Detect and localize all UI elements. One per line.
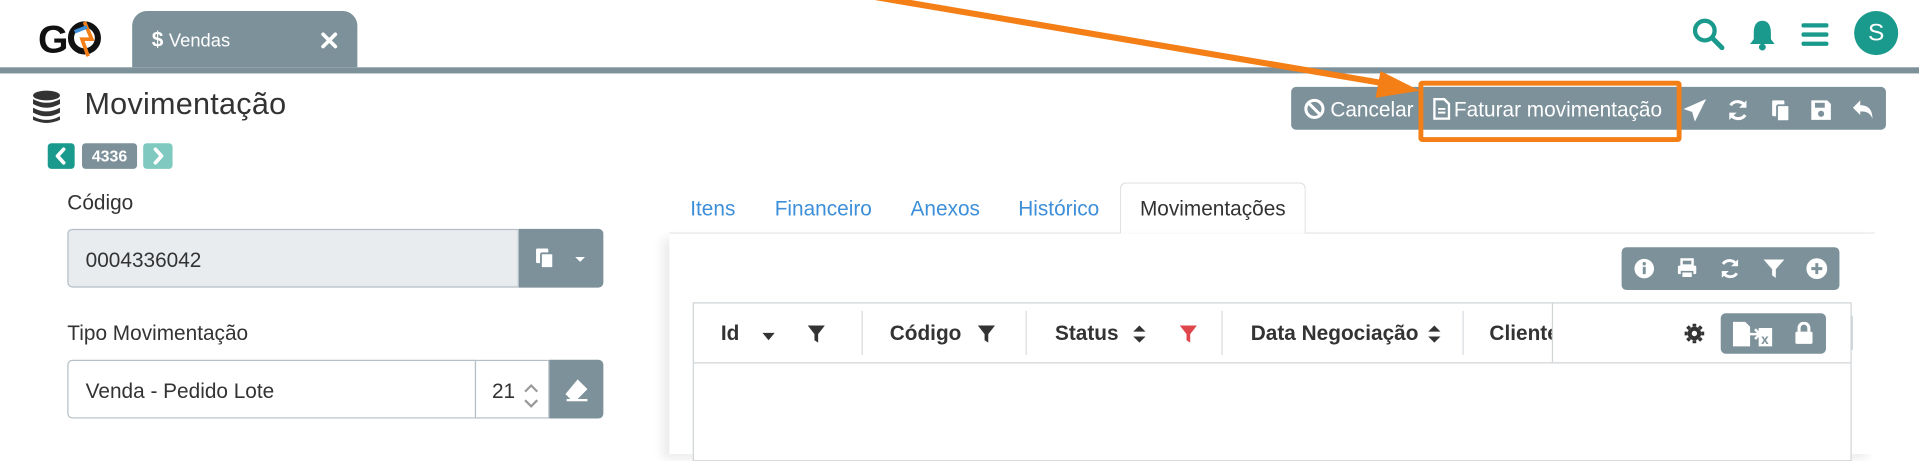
svg-text:x: x [1761,332,1769,347]
tab-movimentacoes[interactable]: Movimentações [1119,182,1306,234]
sort-icon[interactable] [1132,323,1149,343]
tipo-movimentacao-field[interactable]: Venda - Pedido Lote [67,359,477,419]
column-header-codigo[interactable]: Código [890,322,962,346]
eraser-icon [563,377,590,408]
codigo-actions [518,228,604,288]
database-icon [31,88,68,125]
avatar[interactable]: S [1854,11,1899,56]
settings-icon[interactable] [1684,323,1705,350]
sort-desc-icon[interactable] [760,328,777,348]
menu-icon[interactable] [1798,17,1832,51]
bell-icon[interactable] [1745,17,1779,51]
previous-record-button[interactable] [47,143,75,169]
frozen-column-divider [1551,303,1554,363]
send-icon[interactable] [1683,98,1707,122]
filter-icon[interactable] [977,324,995,344]
column-header-cliente[interactable]: Cliente [1489,322,1551,346]
stepper-down-icon[interactable] [523,392,540,416]
cancel-label: Cancelar [1330,97,1414,122]
tab-financeiro[interactable]: Financeiro [775,184,872,233]
page-title: Movimentação [84,86,287,122]
next-record-button[interactable] [143,143,173,169]
column-separator[interactable] [861,310,863,355]
app-logo[interactable]: G [38,15,109,64]
column-separator[interactable] [1221,310,1223,355]
lock-icon[interactable] [1794,321,1814,351]
grid-scroll-edge [1850,315,1853,351]
tipo-movimentacao-label: Tipo Movimentação [67,321,249,346]
clear-button[interactable] [549,359,604,419]
column-header-data-negociacao[interactable]: Data Negociação [1251,322,1419,346]
filter-icon[interactable] [807,324,825,344]
add-icon[interactable] [1805,257,1828,280]
cancel-button[interactable]: Cancelar [1294,87,1416,130]
copy-icon[interactable] [1768,98,1792,123]
tab-historico[interactable]: Histórico [1018,184,1099,233]
ban-icon [1303,98,1325,126]
sort-icon[interactable] [1427,323,1444,343]
save-icon[interactable] [1809,98,1833,122]
caret-down-icon[interactable] [573,251,588,273]
filter-active-icon[interactable] [1179,324,1197,344]
print-icon[interactable] [1675,257,1698,280]
svg-text:G: G [38,19,68,62]
refresh-icon[interactable] [1718,257,1741,280]
export-group: x [1720,313,1826,354]
undo-icon[interactable] [1850,98,1874,122]
codigo-field[interactable]: 0004336042 [67,228,519,288]
search-icon[interactable] [1691,17,1725,51]
dollar-icon: $ [151,28,164,52]
tab-anexos[interactable]: Anexos [911,184,980,233]
copy-icon[interactable] [534,247,556,275]
tipo-number-value: 21 [491,379,516,403]
column-header-id[interactable]: Id [721,322,739,346]
tab-label: Vendas [168,30,231,52]
refresh-icon[interactable] [1726,98,1750,122]
export-excel-icon[interactable]: x [1732,321,1774,354]
filter-icon[interactable] [1762,257,1785,280]
column-separator[interactable] [1462,310,1464,355]
column-separator[interactable] [1025,310,1027,355]
tipo-number-stepper[interactable]: 21 [474,359,550,419]
codigo-label: Código [67,190,134,215]
highlight-box [1418,80,1682,142]
info-icon[interactable] [1633,257,1656,280]
column-header-status[interactable]: Status [1055,322,1119,346]
top-bar-divider [0,67,1919,74]
close-icon[interactable] [318,29,340,51]
record-id-badge: 4336 [81,143,138,169]
tab-vendas[interactable]: $ Vendas [132,11,358,68]
tab-itens[interactable]: Itens [690,184,735,233]
